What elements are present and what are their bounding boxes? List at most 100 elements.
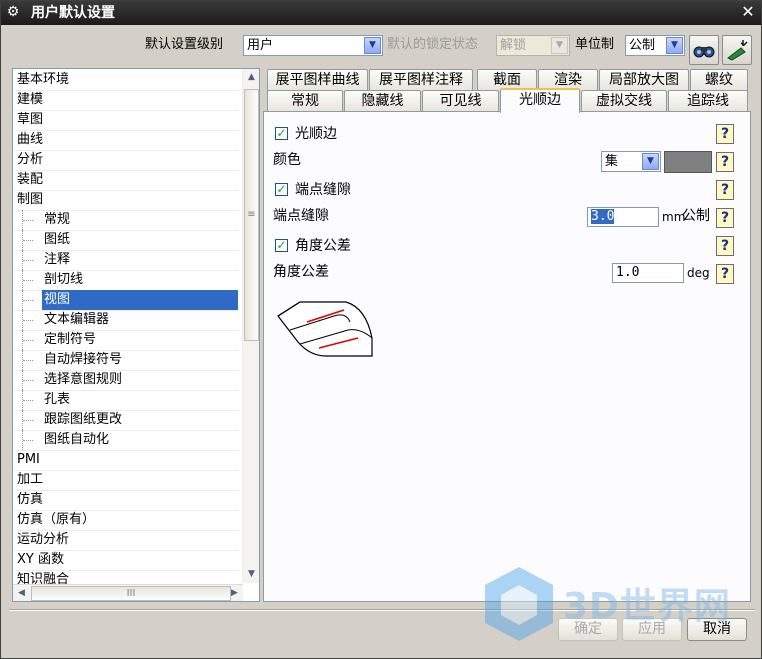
tree-item[interactable]: PMI [14, 450, 239, 470]
help-icon[interactable]: ? [716, 264, 734, 284]
tree-item[interactable]: 孔表 [14, 390, 239, 410]
angle-tolerance-input[interactable]: 1.0 [612, 263, 684, 283]
tree-item[interactable]: 仿真 [14, 490, 239, 510]
smooth-edge-checkbox[interactable]: ✓ [275, 127, 288, 140]
tab[interactable]: 追踪线 [668, 90, 748, 112]
endpoint-gap-checkbox[interactable]: ✓ [275, 183, 288, 196]
tree-item[interactable]: 文本编辑器 [14, 310, 239, 330]
cube-logo-icon [485, 567, 553, 641]
tree-item-label: 图纸 [44, 232, 71, 247]
tree-connector [22, 270, 42, 290]
tree-horizontal-scrollbar[interactable]: ◀ III ▶ [13, 584, 243, 601]
help-icon[interactable]: ? [716, 236, 734, 256]
level-select[interactable]: 用户 ▼ [243, 35, 383, 56]
tree-item-label: 选择意图规则 [44, 372, 123, 387]
angle-tolerance-checkbox[interactable]: ✓ [275, 239, 288, 252]
tree-item-label: 加工 [17, 472, 44, 487]
user-defaults-dialog: ⚙ 用户默认设置 ✕ 默认设置级别 用户 ▼ 默认的锁定状态 解锁 ▼ 单位制 … [0, 0, 762, 659]
endpoint-gap-input[interactable]: 3.0 [587, 207, 659, 227]
tree-item[interactable]: 草图 [14, 110, 239, 130]
tree-item[interactable]: 图纸自动化 [14, 430, 239, 450]
tree-item[interactable]: 注释 [14, 250, 239, 270]
tree-connector [22, 250, 42, 270]
tree-item[interactable]: 建模 [14, 90, 239, 110]
tree-connector [22, 350, 42, 370]
tab[interactable]: 局部放大图 [599, 69, 689, 91]
angle-tolerance-check-label: 角度公差 [295, 238, 351, 254]
wand-icon [727, 40, 748, 61]
tab[interactable]: 常规 [267, 90, 343, 112]
scroll-up-icon[interactable]: ▲ [243, 69, 259, 86]
tree-item[interactable]: 仿真（原有） [14, 510, 239, 530]
tree-item-label: 孔表 [44, 392, 71, 407]
unit-select[interactable]: 公制 ▼ [625, 35, 685, 56]
tree-item-label: 装配 [17, 172, 44, 187]
gear-icon: ⚙ [6, 4, 20, 20]
tree-item-label: PMI [17, 452, 40, 467]
color-swatch[interactable] [664, 151, 712, 173]
tree-connector [22, 230, 42, 250]
tab[interactable]: 可见线 [422, 90, 499, 112]
tree-item[interactable]: 分析 [14, 150, 239, 170]
tree-item-label: 视图 [42, 290, 238, 310]
tree-connector [22, 430, 42, 450]
manage-defaults-button[interactable] [722, 35, 752, 65]
tree-item[interactable]: 加工 [14, 470, 239, 490]
angle-unit: deg [687, 266, 710, 280]
tab[interactable]: 隐藏线 [344, 90, 421, 112]
tree-item-label: 图纸自动化 [44, 432, 110, 447]
level-select-value: 用户 [247, 38, 274, 53]
tab[interactable]: 虚拟交线 [581, 90, 667, 112]
tree-item[interactable]: 曲线 [14, 130, 239, 150]
tree-item-label: 剖切线 [44, 272, 84, 287]
find-defaults-button[interactable] [689, 35, 719, 65]
tree-connector [22, 410, 42, 430]
tree-connector [22, 210, 42, 230]
tree-item-label: 曲线 [17, 132, 44, 147]
scroll-thumb[interactable]: ≡ [244, 89, 259, 341]
watermark-text: 3D世界网 [563, 586, 731, 627]
endpoint-gap-label: 端点缝隙 [273, 208, 329, 224]
binoculars-icon [693, 46, 715, 58]
tree-item[interactable]: 剖切线 [14, 270, 239, 290]
scroll-left-icon[interactable]: ◀ [13, 585, 30, 601]
help-icon[interactable]: ? [716, 208, 734, 228]
tree-item[interactable]: XY 函数 [14, 550, 239, 570]
tree-item[interactable]: 装配 [14, 170, 239, 190]
tree-item[interactable]: 常规 [14, 210, 239, 230]
tab[interactable]: 螺纹 [690, 69, 748, 91]
tree-item[interactable]: 选择意图规则 [14, 370, 239, 390]
chevron-down-icon[interactable]: ▼ [642, 153, 659, 170]
chevron-down-icon[interactable]: ▼ [666, 37, 683, 54]
tree-item-label: 基本环境 [17, 72, 70, 87]
tree-item-label: 分析 [17, 152, 44, 167]
hscroll-thumb[interactable]: III [31, 586, 231, 601]
scroll-right-icon[interactable]: ▶ [226, 585, 243, 601]
tree-item[interactable]: 跟踪图纸更改 [14, 410, 239, 430]
help-icon[interactable]: ? [716, 180, 734, 200]
tree-item[interactable]: 定制符号 [14, 330, 239, 350]
title-bar[interactable]: ⚙ 用户默认设置 ✕ [1, 1, 761, 25]
lock-select: 解锁 ▼ [496, 35, 570, 56]
close-icon[interactable]: ✕ [739, 3, 757, 21]
tab[interactable]: 展平图样曲线 [267, 69, 368, 91]
watermark: 3D世界网 [479, 563, 749, 643]
tree-item[interactable]: 制图 [14, 190, 239, 210]
tree-item[interactable]: 基本环境 [14, 70, 239, 90]
tree-item[interactable]: 视图 [14, 290, 239, 310]
tree-item[interactable]: 运动分析 [14, 530, 239, 550]
category-tree[interactable]: 基本环境建模 草图曲线分析装配制图 常规图纸注释剖切线视图 文本编辑器 定制符号 自动焊接… [12, 68, 260, 602]
help-icon[interactable]: ? [716, 124, 734, 144]
tree-item[interactable]: 自动焊接符号 [14, 350, 239, 370]
tree-item[interactable]: 图纸 [14, 230, 239, 250]
tab[interactable]: 光顺边 [500, 88, 580, 113]
tree-item-label: 跟踪图纸更改 [44, 412, 123, 427]
help-icon[interactable]: ? [716, 152, 734, 172]
chevron-down-icon[interactable]: ▼ [364, 37, 381, 54]
tree-vertical-scrollbar[interactable]: ▲ ≡ ▼ [242, 69, 259, 583]
scroll-down-icon[interactable]: ▼ [243, 566, 259, 583]
color-select[interactable]: 集 ▼ [601, 151, 661, 172]
tree-connector [22, 310, 42, 330]
tree-item-label: XY 函数 [17, 552, 64, 567]
tab[interactable]: 展平图样注释 [369, 69, 473, 91]
